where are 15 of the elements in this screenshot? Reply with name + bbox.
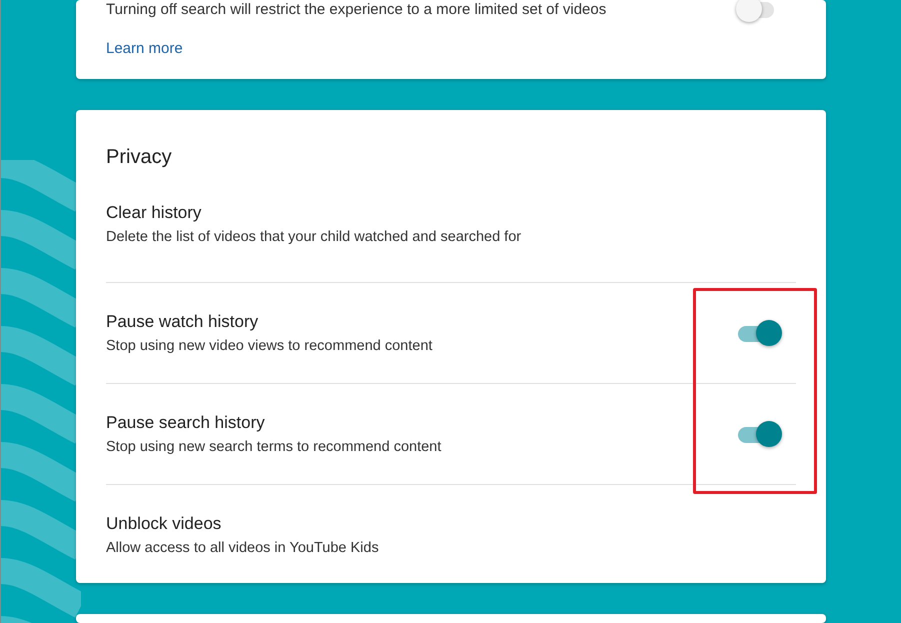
toggle-switch[interactable] bbox=[736, 421, 784, 447]
setting-description: Stop using new search terms to recommend content bbox=[106, 438, 442, 456]
setting-title: Pause watch history bbox=[106, 310, 260, 332]
toggle-switch[interactable] bbox=[736, 320, 784, 346]
setting-description: Delete the list of videos that your child watched and searched for bbox=[106, 228, 522, 247]
setting-title: Clear history bbox=[106, 202, 202, 224]
learn-more-link[interactable]: Learn more bbox=[106, 38, 183, 60]
setting-row[interactable]: Unblock videos Allow access to all videos in YouTube Kids bbox=[106, 484, 796, 585]
setting-row[interactable]: Clear history Delete the list of videos that your child watched and searched for bbox=[106, 202, 796, 282]
setting-title: Unblock videos bbox=[106, 512, 222, 534]
setting-description: Allow access to all videos in YouTube Kids bbox=[106, 538, 380, 558]
description-text: Turning off search will restrict the experience to a more limited set of videos bbox=[106, 0, 606, 20]
section-title: Privacy bbox=[106, 145, 173, 170]
setting-description: Stop using new video views to recommend content bbox=[106, 336, 434, 356]
setting-title: Pause search history bbox=[106, 412, 266, 434]
